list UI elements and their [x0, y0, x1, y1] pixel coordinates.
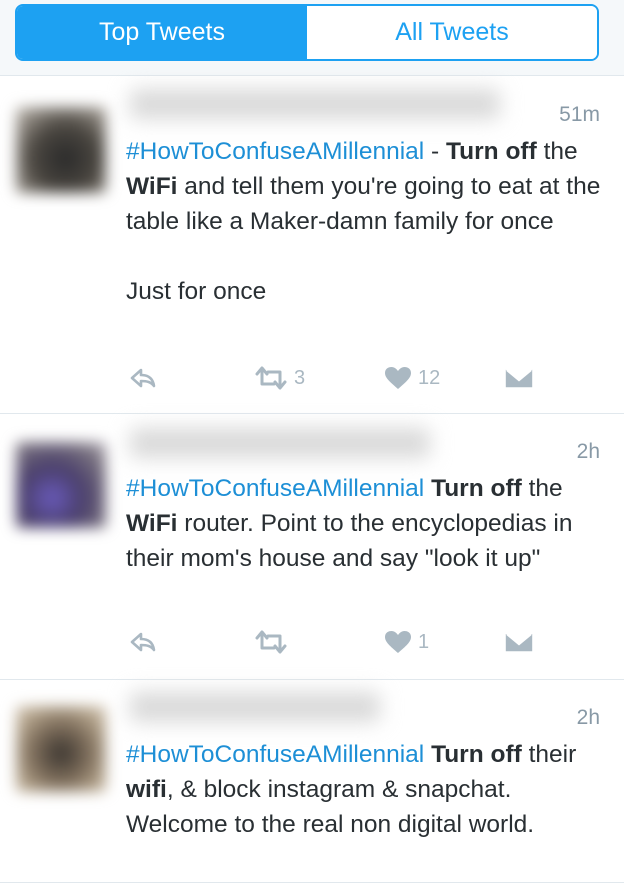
tweet-text: #HowToConfuseAMillennial Turn off their … [126, 737, 606, 842]
tweet-text-segment: router. Point to the encyclopedias in th… [126, 510, 580, 572]
tweet-timestamp: 2h [576, 440, 600, 463]
like-count: 1 [418, 630, 430, 653]
heart-icon [384, 366, 412, 390]
tweet-actions: 1 [126, 627, 546, 657]
tweet-text-segment [484, 741, 491, 768]
tweet-text-segment: - [424, 138, 447, 165]
direct-message-icon [504, 631, 534, 653]
tweet-text: #HowToConfuseAMillennial - Turn off the … [126, 134, 606, 309]
hashtag-link[interactable]: #HowToConfuseAMillennial [126, 475, 424, 502]
direct-message-icon [504, 367, 534, 389]
blurred-user-name[interactable] [130, 692, 380, 722]
tweet-text-segment: the [521, 475, 570, 502]
tab-all-tweets[interactable]: All Tweets [307, 6, 597, 59]
avatar[interactable] [16, 107, 106, 193]
retweet-icon [254, 366, 288, 390]
direct-message-button[interactable] [504, 363, 534, 393]
blurred-user-name[interactable] [130, 89, 500, 119]
tweet-text-segment: WiFi [126, 173, 178, 200]
tweet-text-segment: their [521, 741, 584, 768]
retweet-icon [254, 630, 288, 654]
reply-button[interactable] [130, 363, 156, 393]
hashtag-link[interactable]: #HowToConfuseAMillennial [126, 138, 424, 165]
tweet-timestamp: 51m [559, 103, 600, 126]
heart-icon [384, 630, 412, 654]
tweet-text-segment: WiFi [126, 510, 178, 537]
blurred-user-name[interactable] [130, 428, 430, 458]
tweet-card[interactable]: 51m #HowToConfuseAMillennial - Turn off … [0, 77, 624, 414]
like-button[interactable]: 1 [384, 627, 429, 657]
timeline-header: Top Tweets All Tweets [0, 0, 624, 76]
tweet-text-segment: Turn [446, 138, 499, 165]
retweet-button[interactable] [254, 627, 288, 657]
tweet-text-segment: Turn [431, 475, 484, 502]
like-button[interactable]: 12 [384, 363, 440, 393]
tweet-card[interactable]: 2h #HowToConfuseAMillennial Turn off the… [0, 680, 624, 883]
avatar[interactable] [16, 706, 106, 792]
reply-icon [130, 631, 156, 653]
tweet-text-segment: off [505, 138, 537, 165]
like-count: 12 [418, 366, 441, 389]
reply-icon [130, 367, 156, 389]
tweet-actions: 3 12 [126, 363, 546, 393]
hashtag-link[interactable]: #HowToConfuseAMillennial [126, 741, 424, 768]
tweet-text-segment: wifi [126, 776, 167, 803]
reply-button[interactable] [130, 627, 156, 657]
tweet-text-segment: , & block instagram & snapchat. Welcome … [126, 776, 535, 838]
retweet-button[interactable]: 3 [254, 363, 305, 393]
tweet-text-segment: off [490, 475, 522, 502]
avatar[interactable] [16, 442, 106, 528]
tweets-filter-segmented-control: Top Tweets All Tweets [15, 4, 599, 61]
tweet-text-segment [484, 475, 491, 502]
tab-top-tweets[interactable]: Top Tweets [17, 6, 307, 59]
tweet-text-segment: and tell them you're going to eat at the… [126, 173, 601, 305]
tweet-text: #HowToConfuseAMillennial Turn off the Wi… [126, 471, 606, 576]
tweet-card[interactable]: 2h #HowToConfuseAMillennial Turn off the… [0, 414, 624, 680]
tweet-text-segment: off [490, 741, 522, 768]
retweet-count: 3 [294, 366, 306, 389]
tweet-text-segment: the [536, 138, 585, 165]
tweet-timestamp: 2h [576, 706, 600, 729]
tweet-text-segment: Turn [431, 741, 484, 768]
direct-message-button[interactable] [504, 627, 534, 657]
